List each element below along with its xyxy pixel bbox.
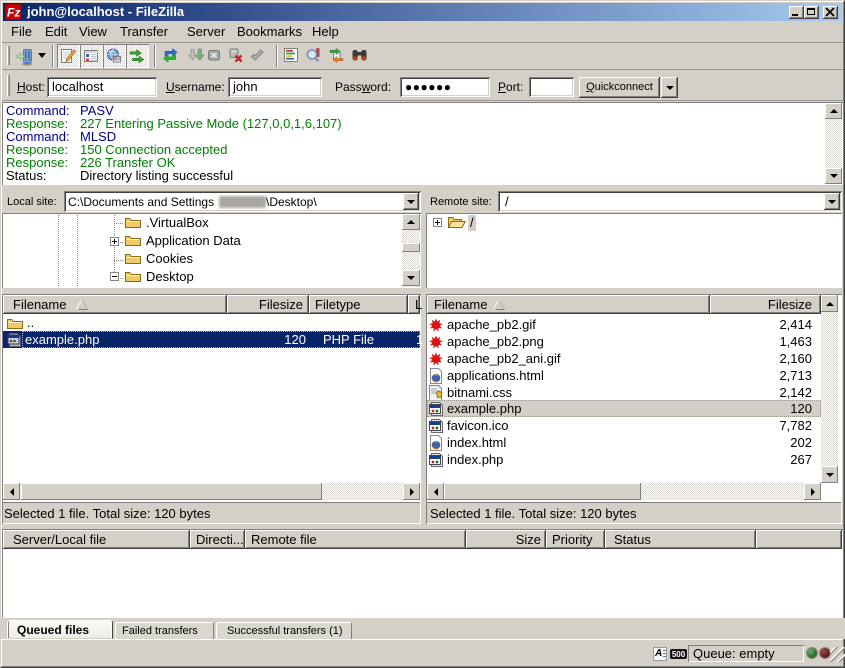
svg-text:Fz: Fz — [7, 6, 20, 20]
